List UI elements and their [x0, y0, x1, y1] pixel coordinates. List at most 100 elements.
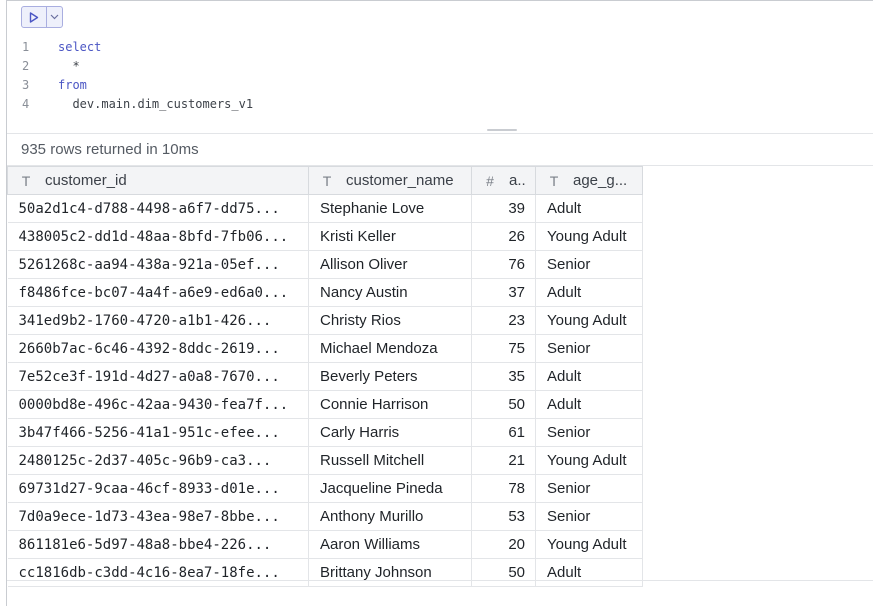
text-type-icon: T	[322, 172, 332, 189]
cell-age-group: Senior	[535, 418, 643, 447]
column-header[interactable]: # a..	[471, 166, 536, 195]
cell-customer-id: 2480125c-2d37-405c-96b9-ca3...	[7, 446, 309, 475]
cell-age: 50	[471, 390, 536, 419]
cell-customer-name: Beverly Peters	[308, 362, 472, 391]
cell-customer-id: 438005c2-dd1d-48aa-8bfd-7fb06...	[7, 222, 309, 251]
cell-age: 50	[471, 558, 536, 587]
cell-age-group: Adult	[535, 194, 643, 223]
run-options-dropdown[interactable]	[47, 7, 62, 27]
line-number: 3	[22, 78, 30, 92]
table-row[interactable]: 3b47f466-5256-41a1-951c-efee... Carly Har…	[7, 418, 643, 447]
cell-customer-id: 50a2d1c4-d788-4498-a6f7-dd75...	[7, 194, 309, 223]
line-number: 4	[22, 97, 30, 111]
table-row[interactable]: 341ed9b2-1760-4720-a1b1-426... Christy Ri…	[7, 306, 643, 335]
cell-customer-name: Aaron Williams	[308, 530, 472, 559]
cell-age: 37	[471, 278, 536, 307]
divider	[7, 580, 873, 581]
cell-customer-name: Stephanie Love	[308, 194, 472, 223]
cell-age-group: Adult	[535, 278, 643, 307]
cell-customer-name: Nancy Austin	[308, 278, 472, 307]
cell-customer-id: cc1816db-c3dd-4c16-8ea7-18fe...	[7, 558, 309, 587]
resize-handle[interactable]	[487, 129, 517, 131]
cell-customer-name: Allison Oliver	[308, 250, 472, 279]
number-type-icon: #	[486, 172, 494, 189]
cell-age-group: Adult	[535, 390, 643, 419]
results-table: Tcustomer_id Tcustomer_name # a.. Tage_g... …	[7, 166, 643, 587]
cell-customer-id: 7d0a9ece-1d73-43ea-98e7-8bbe...	[7, 502, 309, 531]
line-number: 1	[22, 40, 30, 54]
code-line: *	[58, 59, 80, 73]
code-line: from	[58, 78, 87, 92]
cell-customer-name: Jacqueline Pineda	[308, 474, 472, 503]
table-row[interactable]: 2480125c-2d37-405c-96b9-ca3... Russell Mi…	[7, 446, 643, 475]
cell-age-group: Senior	[535, 250, 643, 279]
cell-age: 20	[471, 530, 536, 559]
cell-age-group: Young Adult	[535, 222, 643, 251]
line-number: 2	[22, 59, 30, 73]
cell-customer-id: 3b47f466-5256-41a1-951c-efee...	[7, 418, 309, 447]
cell-customer-id: f8486fce-bc07-4a4f-a6e9-ed6a0...	[7, 278, 309, 307]
table-row[interactable]: cc1816db-c3dd-4c16-8ea7-18fe... Brittany …	[7, 558, 643, 587]
cell-customer-name: Brittany Johnson	[308, 558, 472, 587]
text-type-icon: T	[549, 172, 559, 189]
column-header[interactable]: Tage_g...	[535, 166, 643, 195]
cell-age: 76	[471, 250, 536, 279]
cell-age-group: Senior	[535, 502, 643, 531]
cell-age: 35	[471, 362, 536, 391]
cell-age-group: Senior	[535, 334, 643, 363]
play-icon	[29, 11, 39, 23]
column-header[interactable]: Tcustomer_id	[7, 166, 309, 195]
divider	[7, 133, 873, 134]
cell-age-group: Young Adult	[535, 306, 643, 335]
table-row[interactable]: 2660b7ac-6c46-4392-8ddc-2619... Michael M…	[7, 334, 643, 363]
text-type-icon: T	[21, 172, 31, 189]
cell-age: 21	[471, 446, 536, 475]
cell-customer-id: 69731d27-9caa-46cf-8933-d01e...	[7, 474, 309, 503]
code-line: dev.main.dim_customers_v1	[58, 97, 254, 111]
cell-customer-id: 7e52ce3f-191d-4d27-a0a8-7670...	[7, 362, 309, 391]
cell-age: 53	[471, 502, 536, 531]
cell-customer-name: Kristi Keller	[308, 222, 472, 251]
table-row[interactable]: 69731d27-9caa-46cf-8933-d01e... Jacquelin…	[7, 474, 643, 503]
column-header-label: customer_name	[346, 172, 454, 189]
table-row[interactable]: 861181e6-5d97-48a8-bbe4-226... Aaron Will…	[7, 530, 643, 559]
table-row[interactable]: 7d0a9ece-1d73-43ea-98e7-8bbe... Anthony M…	[7, 502, 643, 531]
table-header-row: Tcustomer_id Tcustomer_name # a.. Tage_g...	[7, 166, 643, 195]
cell-age-group: Adult	[535, 558, 643, 587]
table-row[interactable]: f8486fce-bc07-4a4f-a6e9-ed6a0... Nancy Au…	[7, 278, 643, 307]
cell-age: 78	[471, 474, 536, 503]
column-header[interactable]: Tcustomer_name	[308, 166, 472, 195]
column-header-label: customer_id	[45, 172, 127, 189]
cell-age: 61	[471, 418, 536, 447]
cell-age-group: Senior	[535, 474, 643, 503]
column-header-label: a..	[509, 172, 526, 189]
run-button-group	[21, 6, 63, 28]
cell-customer-name: Anthony Murillo	[308, 502, 472, 531]
table-row[interactable]: 7e52ce3f-191d-4d27-a0a8-7670... Beverly P…	[7, 362, 643, 391]
cell-customer-id: 0000bd8e-496c-42aa-9430-fea7f...	[7, 390, 309, 419]
cell-customer-name: Connie Harrison	[308, 390, 472, 419]
cell-age: 23	[471, 306, 536, 335]
cell-customer-id: 2660b7ac-6c46-4392-8ddc-2619...	[7, 334, 309, 363]
cell-customer-name: Michael Mendoza	[308, 334, 472, 363]
column-header-label: age_g...	[573, 172, 628, 189]
cell-customer-name: Carly Harris	[308, 418, 472, 447]
cell-age-group: Young Adult	[535, 446, 643, 475]
cell-age-group: Adult	[535, 362, 643, 391]
code-line: select	[58, 40, 102, 54]
table-row[interactable]: 5261268c-aa94-438a-921a-05ef... Allison O…	[7, 250, 643, 279]
cell-age-group: Young Adult	[535, 530, 643, 559]
table-row[interactable]: 0000bd8e-496c-42aa-9430-fea7f... Connie H…	[7, 390, 643, 419]
run-button[interactable]	[22, 7, 47, 27]
cell-age: 39	[471, 194, 536, 223]
result-status: 935 rows returned in 10ms	[21, 141, 199, 158]
cell-customer-id: 861181e6-5d97-48a8-bbe4-226...	[7, 530, 309, 559]
table-row[interactable]: 50a2d1c4-d788-4498-a6f7-dd75... Stephanie…	[7, 194, 643, 223]
chevron-down-icon	[50, 14, 59, 20]
cell-customer-id: 5261268c-aa94-438a-921a-05ef...	[7, 250, 309, 279]
cell-customer-id: 341ed9b2-1760-4720-a1b1-426...	[7, 306, 309, 335]
table-row[interactable]: 438005c2-dd1d-48aa-8bfd-7fb06... Kristi K…	[7, 222, 643, 251]
cell-age: 26	[471, 222, 536, 251]
cell-customer-name: Christy Rios	[308, 306, 472, 335]
cell-customer-name: Russell Mitchell	[308, 446, 472, 475]
